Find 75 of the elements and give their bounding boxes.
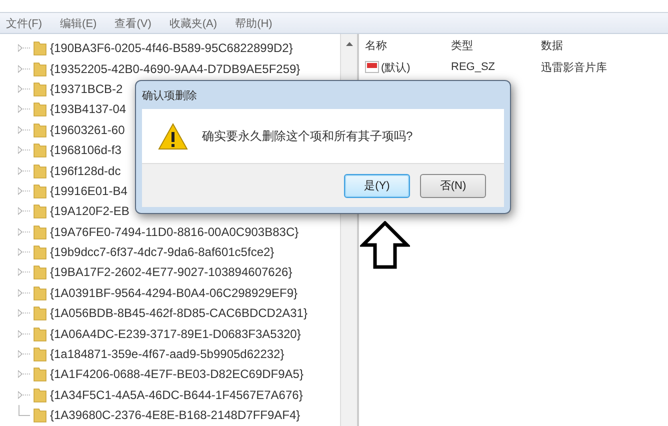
menu-item[interactable]: 帮助(H) <box>231 16 276 30</box>
menu-item[interactable]: 文件(F) <box>2 16 46 30</box>
registry-key[interactable]: {1a184871-359e-4f67-aad9-5b9905d62232} <box>50 347 284 362</box>
registry-key[interactable]: {19371BCB-2 <box>50 82 123 96</box>
registry-key[interactable]: {196f128d-dc <box>50 164 121 178</box>
column-header[interactable]: 数据 <box>541 38 668 52</box>
expand-arrow-icon[interactable] <box>18 248 30 256</box>
expand-arrow-icon[interactable] <box>18 390 30 399</box>
expand-arrow-icon[interactable] <box>18 330 30 338</box>
registry-key[interactable]: {1A34F5C1-4A5A-46DC-B644-1F4567E7A676} <box>50 388 303 402</box>
registry-key[interactable]: {1A056BDB-8B45-462f-8D85-CAC6BDCD2A31} <box>50 306 308 320</box>
menu-item[interactable]: 收藏夹(A) <box>165 16 222 30</box>
folder-icon <box>33 284 47 301</box>
registry-key[interactable]: {1A1F4206-0688-4E7F-BE03-D82EC69DF9A5} <box>50 367 304 382</box>
registry-key[interactable]: {19603261-60 <box>50 122 125 137</box>
folder-icon <box>33 326 47 342</box>
value-name: (默认) <box>365 60 451 74</box>
string-value-icon <box>365 61 379 73</box>
registry-key[interactable]: {1A0391BF-9564-4294-B0A4-06C298929EF9} <box>50 286 298 300</box>
folder-icon <box>33 346 47 362</box>
folder-icon <box>33 264 47 280</box>
expand-arrow-icon[interactable] <box>18 370 30 378</box>
menu-item[interactable]: 编辑(E) <box>56 16 101 30</box>
folder-icon <box>33 101 47 118</box>
folder-icon <box>33 122 47 138</box>
registry-key[interactable]: {19916E01-B4 <box>50 184 128 198</box>
expand-arrow-icon[interactable] <box>18 207 30 216</box>
registry-key[interactable]: {19b9dcc7-6f37-4dc7-9da6-8af601c5fce2} <box>50 245 274 260</box>
expand-arrow-icon[interactable] <box>18 309 30 318</box>
warning-icon <box>158 122 188 150</box>
registry-key[interactable]: {193B4137-04 <box>50 102 126 116</box>
expand-arrow-icon[interactable] <box>18 186 30 195</box>
value-type: REG_SZ <box>451 61 496 73</box>
registry-key[interactable]: {19BA17F2-2602-4E77-9027-103894607626} <box>50 265 292 280</box>
folder-icon <box>33 40 47 56</box>
registry-key[interactable]: {19352205-42B0-4690-9AA4-D7DB9AE5F259} <box>50 62 300 76</box>
registry-key[interactable]: {190BA3F6-0205-4f46-B589-95C6822899D2} <box>50 41 293 56</box>
dialog-message: 确实要永久删除这个项和所有其子项吗? <box>202 128 413 144</box>
dialog-button[interactable]: 否(N) <box>420 174 486 198</box>
folder-icon <box>33 386 47 403</box>
folder-icon <box>33 162 47 179</box>
expand-arrow-icon[interactable] <box>18 105 30 114</box>
expand-arrow-icon[interactable] <box>18 166 30 175</box>
expand-arrow-icon[interactable] <box>18 44 30 52</box>
expand-arrow-icon[interactable] <box>18 228 30 236</box>
dialog-title: 确认项删除 <box>142 89 198 104</box>
dialog-button[interactable]: 是(Y) <box>344 174 410 198</box>
folder-icon <box>33 305 47 322</box>
registry-key[interactable]: {1968106d-f3 <box>50 143 122 158</box>
menu-item[interactable]: 查看(V) <box>110 16 156 30</box>
registry-key[interactable]: {19A120F2-EB <box>50 204 130 218</box>
expand-arrow-icon[interactable] <box>18 268 30 276</box>
folder-icon <box>33 366 47 382</box>
folder-icon <box>33 60 47 77</box>
folder-icon <box>33 407 47 424</box>
scroll-up-icon[interactable] <box>346 42 352 46</box>
folder-icon <box>33 142 47 158</box>
folder-icon <box>33 244 47 260</box>
expand-arrow-icon[interactable] <box>18 84 30 93</box>
expand-arrow-icon[interactable] <box>18 126 30 134</box>
folder-icon <box>33 224 47 240</box>
folder-icon <box>33 203 47 220</box>
registry-key[interactable]: {1A06A4DC-E239-3717-89E1-D0683F3A5320} <box>50 326 301 341</box>
registry-key[interactable]: {19A76FE0-7494-11D0-8816-00A0C903B83C} <box>50 224 299 239</box>
registry-key[interactable]: {1A39680C-2376-4E8E-B168-2148D7FF9AF4} <box>50 408 300 422</box>
column-header[interactable]: 名称 <box>365 38 451 52</box>
expand-arrow-icon[interactable] <box>18 350 30 358</box>
up-arrow-icon <box>360 221 410 269</box>
folder-icon <box>33 80 47 97</box>
expand-arrow-icon[interactable] <box>18 146 30 154</box>
folder-icon <box>33 182 47 199</box>
value-data: 迅雷影音片库 <box>541 60 608 74</box>
column-header[interactable]: 类型 <box>451 38 541 52</box>
expand-arrow-icon[interactable] <box>18 288 30 297</box>
expand-arrow-icon[interactable] <box>18 64 30 73</box>
